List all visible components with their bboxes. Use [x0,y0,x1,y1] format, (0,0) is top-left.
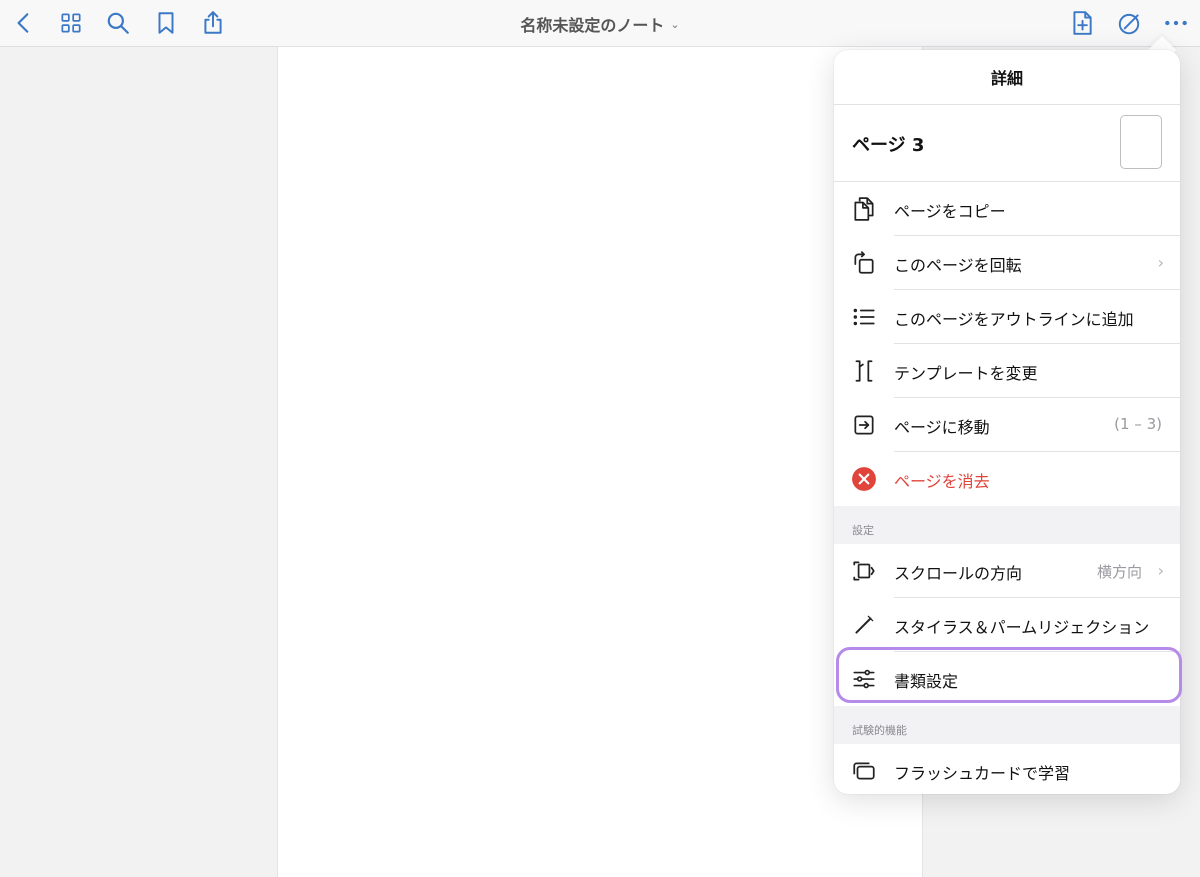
go-to-page-item[interactable]: ページに移動 (1 – 3) [834,398,1180,452]
copy-page-label: ページをコピー [894,202,1006,221]
current-page-row: ページ 3 [834,105,1180,182]
sliders-icon [850,665,878,693]
document-title-button[interactable]: 名称未設定のノート ⌄ [460,12,740,36]
add-to-outline-item[interactable]: このページをアウトラインに追加 [834,290,1180,344]
details-popover: 詳細 ページ 3 ページをコピー このページを回転 › このページをアウトライン… [834,50,1180,794]
delete-page-label: ページを消去 [894,472,990,491]
scroll-direction-value: 横方向 [1096,563,1142,581]
pen-mode-icon[interactable] [1113,7,1145,39]
bookmark-icon[interactable] [150,7,182,39]
page-thumbnail [1120,115,1162,169]
template-icon [850,357,878,385]
search-icon[interactable] [102,7,134,39]
scroll-direction-icon [850,557,878,585]
copy-page-icon [850,195,878,223]
change-template-item[interactable]: テンプレートを変更 [834,344,1180,398]
flashcards-item[interactable]: フラッシュカードで学習 [834,744,1180,794]
outline-list-icon [850,303,878,331]
settings-section-label: 設定 [852,524,874,537]
stylus-palm-rejection-label: スタイラス＆パームリジェクション [894,618,1150,637]
grid-view-icon[interactable] [55,7,87,39]
document-settings-item[interactable]: 書類設定 [834,652,1180,706]
chevron-right-icon: › [1157,253,1164,272]
rotate-page-icon [850,249,878,277]
flashcards-icon [850,757,878,785]
add-to-outline-label: このページをアウトラインに追加 [894,310,1134,329]
document-title: 名称未設定のノート [520,16,665,35]
settings-section-header: 設定 [834,506,1180,544]
scroll-direction-label: スクロールの方向 [894,564,1023,583]
delete-page-item[interactable]: ページを消去 [834,452,1180,506]
share-icon[interactable] [197,7,229,39]
go-to-page-icon [850,411,878,439]
stylus-palm-rejection-item[interactable]: スタイラス＆パームリジェクション [834,598,1180,652]
note-page-canvas[interactable] [278,47,922,877]
go-to-page-label: ページに移動 [894,418,990,437]
delete-icon [850,465,878,493]
back-chevron-icon[interactable] [8,7,40,39]
rotate-page-item[interactable]: このページを回転 › [834,236,1180,290]
rotate-page-label: このページを回転 [894,256,1022,275]
experimental-section-label: 試験的機能 [852,724,907,737]
chevron-down-icon: ⌄ [670,17,680,31]
stylus-icon [850,611,878,639]
current-page-label: ページ 3 [852,135,925,156]
scroll-direction-item[interactable]: スクロールの方向 横方向 › [834,544,1180,598]
top-toolbar: 名称未設定のノート ⌄ [0,0,1200,47]
more-options-icon[interactable] [1160,7,1192,39]
document-settings-label: 書類設定 [894,672,959,691]
popover-title: 詳細 [834,50,1180,105]
change-template-label: テンプレートを変更 [894,364,1038,383]
copy-page-item[interactable]: ページをコピー [834,182,1180,236]
add-page-icon[interactable] [1066,7,1098,39]
page-range-value: (1 – 3) [1114,415,1162,433]
experimental-section-header: 試験的機能 [834,706,1180,744]
chevron-right-icon: › [1157,561,1164,580]
flashcards-label: フラッシュカードで学習 [894,764,1071,783]
